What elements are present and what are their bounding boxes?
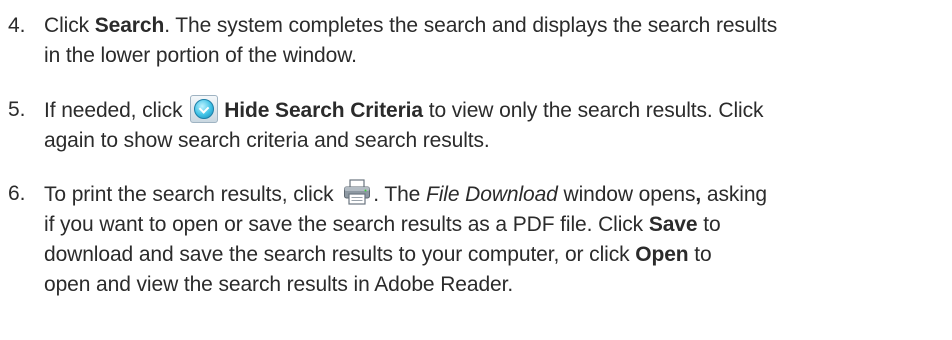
- step-line: again to show search criteria and search…: [44, 126, 944, 156]
- step-line: if you want to open or save the search r…: [44, 210, 944, 240]
- printer-icon: [344, 179, 371, 205]
- hide-search-criteria-term: Hide Search Criteria: [224, 99, 423, 122]
- text-run: in the lower portion of the window.: [44, 44, 357, 67]
- instruction-document: 4. Click Search. The system completes th…: [0, 0, 952, 340]
- text-run: to: [697, 213, 721, 236]
- open-term: Open: [635, 243, 689, 266]
- step-line: To print the search results, click . The…: [44, 179, 944, 210]
- step-number: 5.: [8, 98, 26, 121]
- step-text: If needed, click Hide Search Criteria to…: [44, 95, 944, 156]
- text-run: asking: [701, 183, 767, 206]
- step-number: 4.: [8, 14, 26, 37]
- step-line: open and view the search results in Adob…: [44, 270, 944, 300]
- text-run: Click: [44, 14, 95, 37]
- step-line: Click Search. The system completes the s…: [44, 11, 944, 41]
- text-run: . The: [373, 183, 426, 206]
- step-line: in the lower portion of the window.: [44, 41, 944, 71]
- text-run: download and save the search results to …: [44, 243, 636, 266]
- text-run: If needed, click: [44, 99, 189, 122]
- step-line: download and save the search results to …: [44, 240, 944, 270]
- step-text: Click Search. The system completes the s…: [44, 11, 944, 71]
- step-5: 5. If needed, click Hide Search Criteria…: [0, 95, 952, 157]
- step-6: 6. To print the search results, click . …: [0, 179, 952, 303]
- toggle-circle: [194, 99, 215, 119]
- text-run: if you want to open or save the search r…: [44, 213, 649, 236]
- text-run: . The system completes the search and di…: [164, 14, 778, 37]
- hide-search-criteria-icon: [190, 95, 219, 123]
- text-run: to view only the search results. Click: [422, 99, 764, 122]
- step-text: To print the search results, click . The…: [44, 179, 944, 300]
- step-number: 6.: [8, 182, 26, 205]
- text-run: window opens: [557, 183, 696, 206]
- search-term: Search: [94, 14, 165, 37]
- text-run: To print the search results, click: [44, 183, 340, 206]
- text-run: open and view the search results in Adob…: [44, 273, 514, 296]
- file-download-term: File Download: [426, 183, 558, 206]
- text-run: again to show search criteria and search…: [44, 129, 490, 152]
- text-run: to: [688, 243, 712, 266]
- step-4: 4. Click Search. The system completes th…: [0, 11, 952, 73]
- step-line: If needed, click Hide Search Criteria to…: [44, 95, 944, 126]
- save-term: Save: [648, 213, 698, 236]
